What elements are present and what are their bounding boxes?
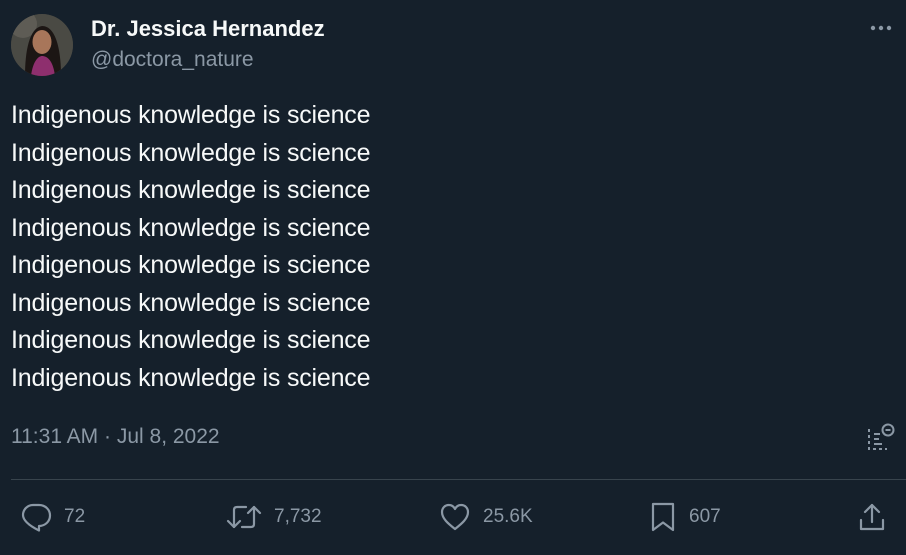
author-handle[interactable]: @doctora_nature [91, 46, 254, 74]
retweet-count: 7,732 [274, 506, 322, 527]
more-icon [870, 25, 892, 31]
avatar[interactable] [11, 14, 73, 76]
tweet-line: Indigenous knowledge is science [11, 101, 371, 129]
reply-button[interactable]: 72 [20, 500, 85, 534]
share-icon [859, 503, 885, 531]
tweet-line: Indigenous knowledge is science [11, 176, 371, 204]
share-button[interactable] [857, 500, 887, 534]
reply-count: 72 [64, 506, 86, 527]
tweet-timestamp[interactable]: 11:31 AM · Jul 8, 2022 [11, 423, 220, 451]
more-options-button[interactable] [864, 14, 898, 42]
tweet-line: Indigenous knowledge is science [11, 288, 371, 317]
tweet-line: Indigenous knowledge is science [11, 213, 371, 242]
like-button[interactable]: 25.6K [439, 500, 533, 534]
tweet-line: Indigenous knowledge is science [11, 326, 371, 354]
author-display-name[interactable]: Dr. Jessica Hernandez [91, 15, 325, 43]
analytics-icon [868, 423, 895, 450]
retweet-icon [226, 505, 262, 529]
reply-icon [21, 503, 52, 532]
tweet-line: Indigenous knowledge is science [11, 138, 371, 167]
bookmark-icon [651, 502, 675, 532]
tweet-line: Indigenous knowledge is science [11, 251, 371, 279]
bookmark-button[interactable]: 607 [649, 500, 721, 534]
divider [11, 479, 906, 480]
tweet-text: Indigenous knowledge is science Indigeno… [11, 97, 711, 397]
bookmark-count: 607 [689, 506, 721, 527]
heart-icon [440, 503, 470, 531]
like-count: 25.6K [483, 506, 533, 527]
retweet-button[interactable]: 7,732 [226, 500, 322, 534]
tweet-line: Indigenous knowledge is science [11, 363, 371, 392]
analytics-button[interactable] [864, 420, 898, 454]
